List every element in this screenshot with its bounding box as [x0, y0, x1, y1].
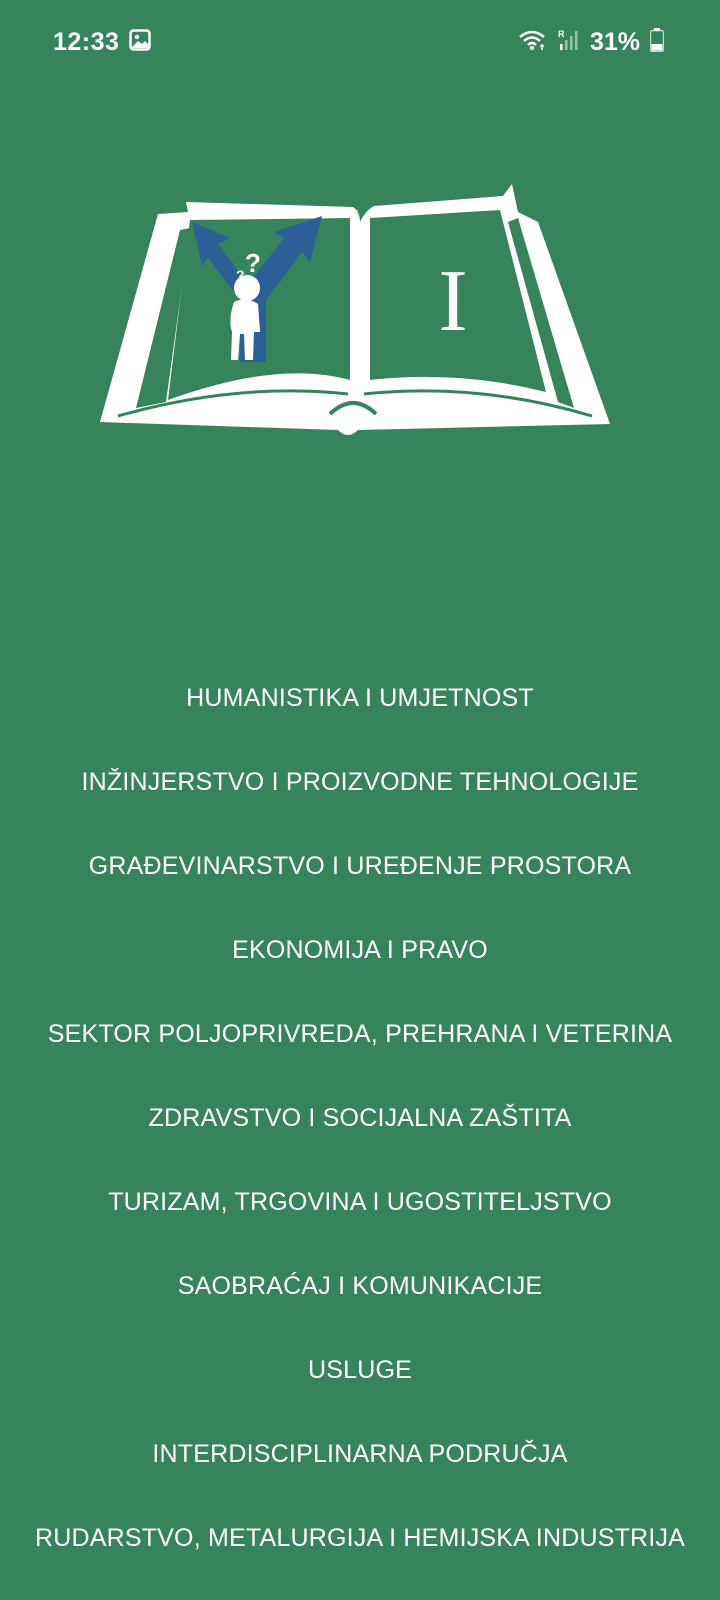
wifi-icon [518, 29, 546, 56]
menu-item-turizam[interactable]: TURIZAM, TRGOVINA I UGOSTITELJSTVO [0, 1160, 720, 1244]
menu-item-rudarstvo[interactable]: RUDARSTVO, METALURGIJA I HEMIJSKA INDUST… [0, 1496, 720, 1580]
menu-item-humanistika[interactable]: HUMANISTIKA I UMJETNOST [0, 656, 720, 740]
logo-letter: I [438, 253, 467, 350]
menu-item-poljoprivreda[interactable]: SEKTOR POLJOPRIVREDA, PREHRANA I VETERIN… [0, 992, 720, 1076]
roaming-label: R [558, 29, 565, 39]
menu-item-usluge[interactable]: USLUGE [0, 1328, 720, 1412]
svg-text:?: ? [236, 267, 245, 283]
status-right: R 31% [518, 27, 665, 57]
app-logo: ? ? I [98, 182, 628, 452]
status-bar: 12:33 R 31% [0, 0, 720, 84]
menu-item-ekonomija[interactable]: EKONOMIJA I PRAVO [0, 908, 720, 992]
menu-item-interdisciplinarna[interactable]: INTERDISCIPLINARNA PODRUČJA [0, 1412, 720, 1496]
sector-menu: HUMANISTIKA I UMJETNOST INŽINJERSTVO I P… [0, 656, 720, 1580]
menu-item-saobracaj[interactable]: SAOBRAĆAJ I KOMUNIKACIJE [0, 1244, 720, 1328]
svg-text:?: ? [245, 248, 261, 278]
image-icon [129, 28, 152, 56]
signal-icon: R [556, 28, 580, 57]
status-left: 12:33 [53, 27, 152, 57]
menu-item-inzinjerstvo[interactable]: INŽINJERSTVO I PROIZVODNE TEHNOLOGIJE [0, 740, 720, 824]
battery-icon [649, 27, 665, 57]
status-time: 12:33 [53, 27, 120, 56]
battery-percent: 31% [589, 27, 640, 56]
open-book-logo-icon: ? ? I [100, 184, 610, 435]
menu-item-zdravstvo[interactable]: ZDRAVSTVO I SOCIJALNA ZAŠTITA [0, 1076, 720, 1160]
menu-item-gradjevinarstvo[interactable]: GRAĐEVINARSTVO I UREĐENJE PROSTORA [0, 824, 720, 908]
